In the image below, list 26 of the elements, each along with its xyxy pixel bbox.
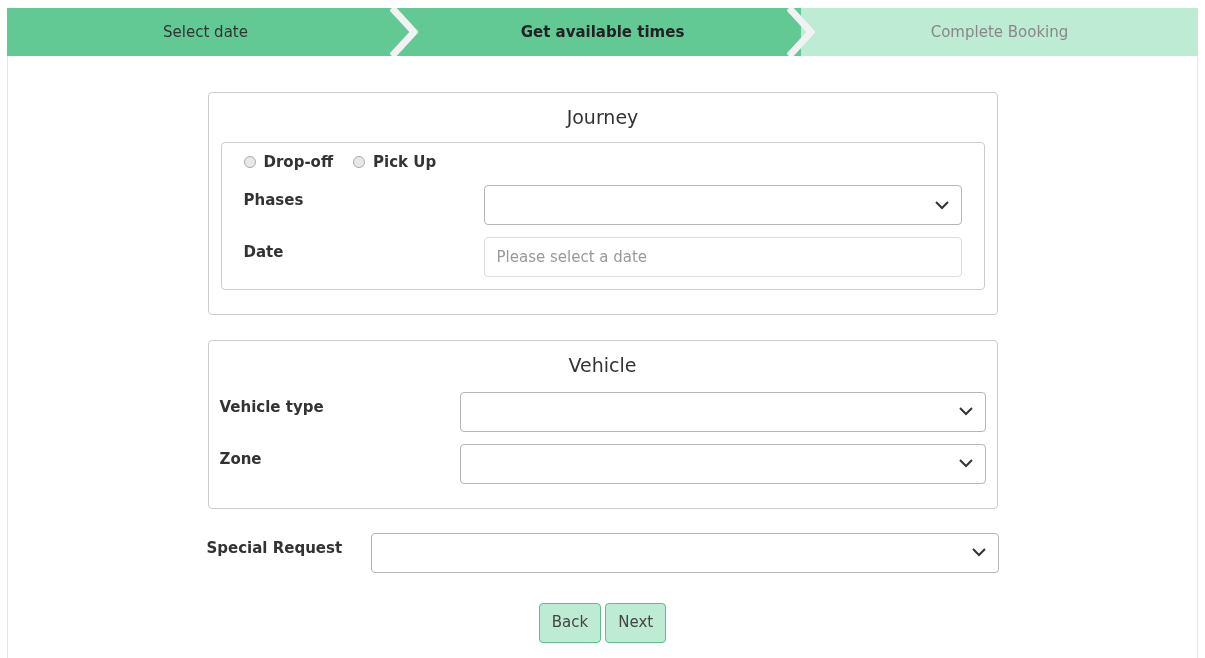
nav-button[interactable]: Next — [605, 602, 667, 643]
radio-button[interactable] — [353, 155, 366, 168]
radio-option[interactable]: Pick Up — [353, 150, 437, 173]
step-tab[interactable]: Select date — [7, 8, 404, 56]
field-label: Vehicle type — [219, 396, 325, 418]
field-label: Date — [243, 242, 285, 263]
date-field[interactable]: Please select a date — [483, 237, 962, 277]
select-field[interactable] — [459, 443, 986, 484]
radio-button[interactable] — [243, 155, 256, 168]
panel-title: Vehicle — [567, 353, 638, 378]
chevron-down-icon — [971, 548, 986, 557]
chevron-icon — [390, 8, 418, 56]
chevron-down-icon — [958, 459, 973, 468]
select-field[interactable] — [483, 185, 962, 225]
field-label: Special Request — [206, 537, 344, 559]
field-label: Phases — [243, 190, 305, 211]
chevron-down-icon — [958, 407, 973, 416]
chevron-icon — [787, 8, 815, 56]
panel-title: Journey — [564, 105, 640, 130]
select-field[interactable] — [370, 532, 999, 573]
step-tab[interactable]: Get available times — [404, 8, 801, 56]
select-field[interactable] — [459, 391, 986, 432]
chevron-down-icon — [934, 200, 949, 210]
nav-button[interactable]: Back — [538, 602, 602, 643]
field-label: Zone — [219, 448, 263, 470]
radio-option[interactable]: Drop-off — [243, 150, 334, 173]
